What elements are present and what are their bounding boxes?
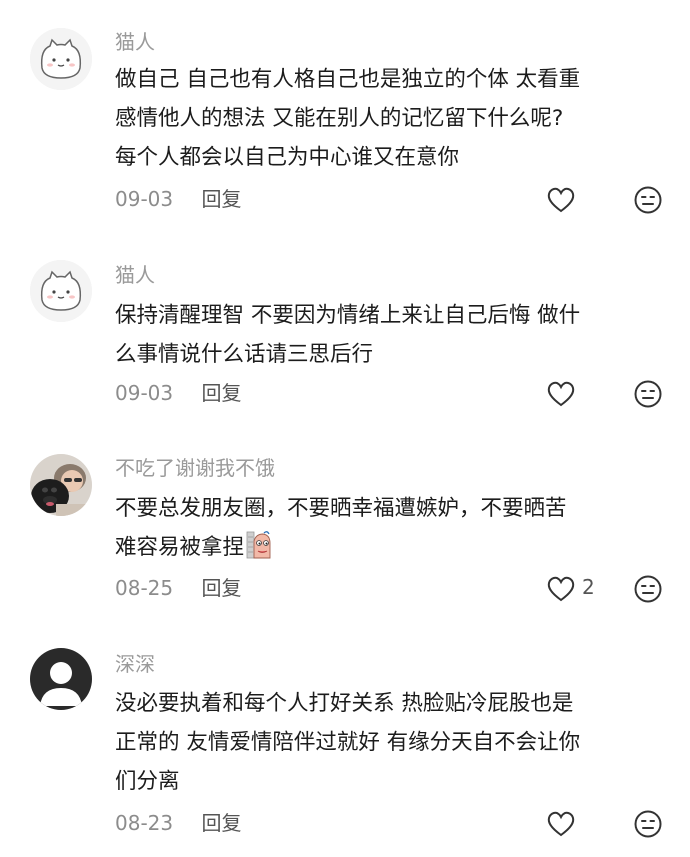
heart-icon bbox=[547, 381, 575, 407]
dislike-button[interactable] bbox=[633, 809, 663, 839]
comment-date: 08-23 bbox=[115, 811, 174, 835]
comment-text-line: 感情他人的想法 又能在别人的记忆留下什么呢? bbox=[115, 106, 564, 131]
avatar[interactable] bbox=[30, 260, 92, 322]
person-with-dog-photo bbox=[30, 454, 92, 516]
comment-date: 09-03 bbox=[115, 187, 174, 211]
username[interactable]: 不吃了谢谢我不饿 bbox=[115, 456, 275, 480]
comment-text: 做自己 自己也有人格自己也是独立的个体 太看重 感情他人的想法 又能在别人的记忆… bbox=[115, 60, 660, 177]
reply-button[interactable]: 回复 bbox=[201, 575, 241, 601]
like-count: 2 bbox=[582, 575, 595, 599]
dislike-button[interactable] bbox=[633, 379, 663, 409]
comment-text-line: 不要总发朋友圈，不要晒幸福遭嫉妒，不要晒苦 bbox=[115, 496, 567, 521]
comment-text: 没必要执着和每个人打好关系 热脸贴冷屁股也是 正常的 友情爱情陪伴过就好 有缘分… bbox=[115, 684, 660, 801]
like-button[interactable] bbox=[546, 379, 578, 409]
comment-meta: 08-23 回复 bbox=[115, 810, 241, 836]
comment-meta: 08-25 回复 bbox=[115, 575, 241, 601]
avatar[interactable] bbox=[30, 648, 92, 710]
comment-text-line: 每个人都会以自己为中心谁又在意你 bbox=[115, 145, 460, 170]
like-button[interactable] bbox=[546, 574, 578, 604]
comment-text-line: 保持清醒理智 不要因为情绪上来让自己后悔 做什 bbox=[115, 303, 581, 328]
comment-text-line: 们分离 bbox=[115, 769, 180, 794]
neutral-face-icon bbox=[634, 186, 662, 214]
comment-text-line: 么事情说什么话请三思后行 bbox=[115, 342, 374, 367]
cat-face-icon bbox=[30, 28, 92, 90]
heart-icon bbox=[547, 811, 575, 837]
comment-date: 09-03 bbox=[115, 381, 174, 405]
cat-face-icon bbox=[30, 260, 92, 322]
like-button[interactable] bbox=[546, 809, 578, 839]
comment-text-segment: 难容易被拿捏 bbox=[115, 535, 245, 560]
neutral-face-icon bbox=[634, 810, 662, 838]
comment-item: 猫人 保持清醒理智 不要因为情绪上来让自己后悔 做什 么事情说什么话请三思后行 … bbox=[0, 240, 690, 436]
username[interactable]: 猫人 bbox=[115, 30, 155, 54]
comment-meta: 09-03 回复 bbox=[115, 186, 241, 212]
comment-date: 08-25 bbox=[115, 576, 174, 600]
comment-item: 深深 没必要执着和每个人打好关系 热脸贴冷屁股也是 正常的 友情爱情陪伴过就好 … bbox=[0, 632, 690, 857]
peeking-sticker-emoji bbox=[246, 531, 271, 559]
neutral-face-icon bbox=[634, 380, 662, 408]
comment-text-line: 没必要执着和每个人打好关系 热脸贴冷屁股也是 bbox=[115, 691, 574, 716]
username[interactable]: 猫人 bbox=[115, 263, 155, 287]
avatar[interactable] bbox=[30, 28, 92, 90]
reply-button[interactable]: 回复 bbox=[201, 186, 241, 212]
comment-text-line: 难容易被拿捏 bbox=[115, 528, 660, 567]
comment-text-line: 做自己 自己也有人格自己也是独立的个体 太看重 bbox=[115, 67, 581, 92]
heart-icon bbox=[547, 576, 575, 602]
username[interactable]: 深深 bbox=[115, 652, 155, 676]
comment-text-line: 正常的 友情爱情陪伴过就好 有缘分天自不会让你 bbox=[115, 730, 581, 755]
reply-button[interactable]: 回复 bbox=[201, 380, 241, 406]
comment-meta: 09-03 回复 bbox=[115, 380, 241, 406]
reply-button[interactable]: 回复 bbox=[201, 810, 241, 836]
dislike-button[interactable] bbox=[633, 185, 663, 215]
like-button[interactable] bbox=[546, 185, 578, 215]
comment-text: 不要总发朋友圈，不要晒幸福遭嫉妒，不要晒苦 难容易被拿捏 bbox=[115, 489, 660, 567]
dislike-button[interactable] bbox=[633, 574, 663, 604]
default-user-icon bbox=[30, 648, 92, 710]
neutral-face-icon bbox=[634, 575, 662, 603]
comment-item: 不吃了谢谢我不饿 不要总发朋友圈，不要晒幸福遭嫉妒，不要晒苦 难容易被拿捏 08… bbox=[0, 436, 690, 632]
avatar[interactable] bbox=[30, 454, 92, 516]
heart-icon bbox=[547, 187, 575, 213]
comment-text: 保持清醒理智 不要因为情绪上来让自己后悔 做什 么事情说什么话请三思后行 bbox=[115, 296, 660, 374]
comment-item: 猫人 做自己 自己也有人格自己也是独立的个体 太看重 感情他人的想法 又能在别人… bbox=[0, 0, 690, 240]
